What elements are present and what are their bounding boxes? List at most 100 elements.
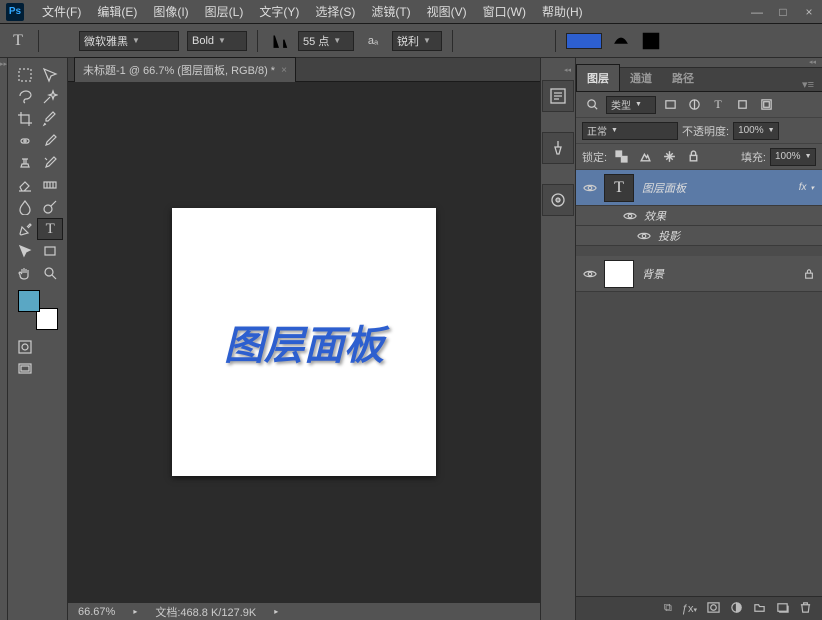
adjustment-layer-icon[interactable] <box>730 601 743 617</box>
zoom-level[interactable]: 66.67% <box>78 606 115 618</box>
filter-search-icon[interactable] <box>582 96 602 114</box>
brush-tool[interactable] <box>38 130 64 152</box>
zoom-tool[interactable] <box>38 262 64 284</box>
lock-transparent-icon[interactable] <box>611 148 631 166</box>
layer-row[interactable]: 背景 <box>576 256 822 292</box>
lasso-tool[interactable] <box>12 86 38 108</box>
path-selection-tool[interactable] <box>12 240 38 262</box>
canvas[interactable]: 图层面板 <box>172 208 436 476</box>
antialias-dropdown[interactable]: 锐利▼ <box>392 31 442 51</box>
filter-smart-icon[interactable] <box>756 96 776 114</box>
zoom-arrow-icon[interactable]: ▸ <box>133 607 137 616</box>
dodge-tool[interactable] <box>38 196 64 218</box>
history-brush-tool[interactable] <box>38 152 64 174</box>
rectangle-tool[interactable] <box>38 240 64 262</box>
menu-filter[interactable]: 滤镜(T) <box>363 3 418 20</box>
menu-layer[interactable]: 图层(L) <box>197 3 252 20</box>
eraser-tool[interactable] <box>12 174 38 196</box>
layer-group-icon[interactable] <box>753 601 766 617</box>
layer-effect-row[interactable]: 效果 <box>576 206 822 226</box>
layer-name[interactable]: 背景 <box>642 266 804 282</box>
visibility-toggle[interactable] <box>576 269 604 279</box>
layer-thumbnail[interactable]: T <box>604 174 634 202</box>
canvas-viewport[interactable]: 图层面板 <box>68 82 540 602</box>
menu-type[interactable]: 文字(Y) <box>251 3 307 20</box>
menu-file[interactable]: 文件(F) <box>34 3 89 20</box>
font-family-dropdown[interactable]: 微软雅黑▼ <box>79 31 179 51</box>
hand-tool[interactable] <box>12 262 38 284</box>
brush-panel-icon[interactable] <box>542 132 574 164</box>
visibility-toggle[interactable] <box>576 183 604 193</box>
color-picker-swatches[interactable] <box>18 290 58 330</box>
link-layers-icon[interactable]: ⧉ <box>664 602 672 615</box>
close-tab-icon[interactable]: × <box>281 65 287 76</box>
visibility-toggle[interactable] <box>616 211 644 221</box>
foreground-color-swatch[interactable] <box>18 290 40 312</box>
paths-tab[interactable]: 路径 <box>662 65 704 91</box>
filter-type-dropdown[interactable]: 类型▼ <box>606 96 656 114</box>
new-layer-icon[interactable] <box>776 601 789 617</box>
screen-mode-icon[interactable] <box>12 358 38 380</box>
text-color-swatch[interactable] <box>566 33 602 49</box>
fill-input[interactable]: 100%▼ <box>770 148 816 166</box>
pen-tool[interactable] <box>12 218 37 240</box>
canvas-text-layer[interactable]: 图层面板 <box>224 313 384 371</box>
text-orientation-icon[interactable] <box>49 30 71 52</box>
panel-menu-icon[interactable]: ▾≡ <box>794 78 822 91</box>
layer-name: 投影 <box>658 228 822 244</box>
layer-fx-icon[interactable]: ƒx▾ <box>682 603 697 615</box>
filter-shape-icon[interactable] <box>732 96 752 114</box>
filter-type-icon[interactable]: T <box>708 96 728 114</box>
quick-mask-icon[interactable] <box>12 336 38 358</box>
document-tab[interactable]: 未标题-1 @ 66.7% (图层面板, RGB/8) * × <box>74 57 296 82</box>
warp-text-icon[interactable] <box>610 30 632 52</box>
delete-layer-icon[interactable] <box>799 601 812 617</box>
lock-image-icon[interactable] <box>635 148 655 166</box>
blur-tool[interactable] <box>12 196 38 218</box>
close-button[interactable]: × <box>796 2 822 22</box>
doc-info[interactable]: 文档:468.8 K/127.9K <box>155 604 256 620</box>
healing-brush-tool[interactable] <box>12 130 38 152</box>
layer-row[interactable]: T 图层面板 fx▾ <box>576 170 822 206</box>
marquee-tool[interactable] <box>12 64 38 86</box>
minimize-button[interactable]: — <box>744 2 770 22</box>
blend-mode-dropdown[interactable]: 正常▼ <box>582 122 678 140</box>
lock-all-icon[interactable] <box>683 148 703 166</box>
menu-image[interactable]: 图像(I) <box>145 3 196 20</box>
crop-tool[interactable] <box>12 108 38 130</box>
menu-view[interactable]: 视图(V) <box>419 3 475 20</box>
swatches-panel-icon[interactable] <box>542 184 574 216</box>
magic-wand-tool[interactable] <box>38 86 64 108</box>
menu-edit[interactable]: 编辑(E) <box>89 3 145 20</box>
channels-tab[interactable]: 通道 <box>620 65 662 91</box>
font-style-dropdown[interactable]: Bold▼ <box>187 31 247 51</box>
gradient-tool[interactable] <box>38 174 64 196</box>
layer-name[interactable]: 图层面板 <box>642 180 799 196</box>
move-tool[interactable] <box>38 64 64 86</box>
lock-position-icon[interactable] <box>659 148 679 166</box>
doc-info-arrow-icon[interactable]: ▸ <box>274 607 278 616</box>
layers-tab[interactable]: 图层 <box>576 64 620 91</box>
visibility-toggle[interactable] <box>630 231 658 241</box>
layer-mask-icon[interactable] <box>707 601 720 617</box>
opacity-input[interactable]: 100%▼ <box>733 122 779 140</box>
history-panel-icon[interactable] <box>542 80 574 112</box>
dock-edge-left[interactable]: ▸▸ <box>0 58 8 620</box>
layer-thumbnail[interactable] <box>604 260 634 288</box>
clone-stamp-tool[interactable] <box>12 152 38 174</box>
menu-help[interactable]: 帮助(H) <box>534 3 591 20</box>
eyedropper-tool[interactable] <box>38 108 64 130</box>
maximize-button[interactable]: □ <box>770 2 796 22</box>
layer-effect-row[interactable]: 投影 <box>576 226 822 246</box>
fx-indicator[interactable]: fx▾ <box>799 182 822 193</box>
type-tool[interactable]: T <box>37 218 63 240</box>
menu-select[interactable]: 选择(S) <box>307 3 363 20</box>
filter-adjust-icon[interactable] <box>684 96 704 114</box>
align-left-icon[interactable] <box>463 30 485 52</box>
filter-pixel-icon[interactable] <box>660 96 680 114</box>
align-right-icon[interactable] <box>523 30 545 52</box>
align-center-icon[interactable] <box>493 30 515 52</box>
menu-window[interactable]: 窗口(W) <box>475 3 534 20</box>
font-size-dropdown[interactable]: 55 点▼ <box>298 31 354 51</box>
character-panel-icon[interactable] <box>640 30 662 52</box>
